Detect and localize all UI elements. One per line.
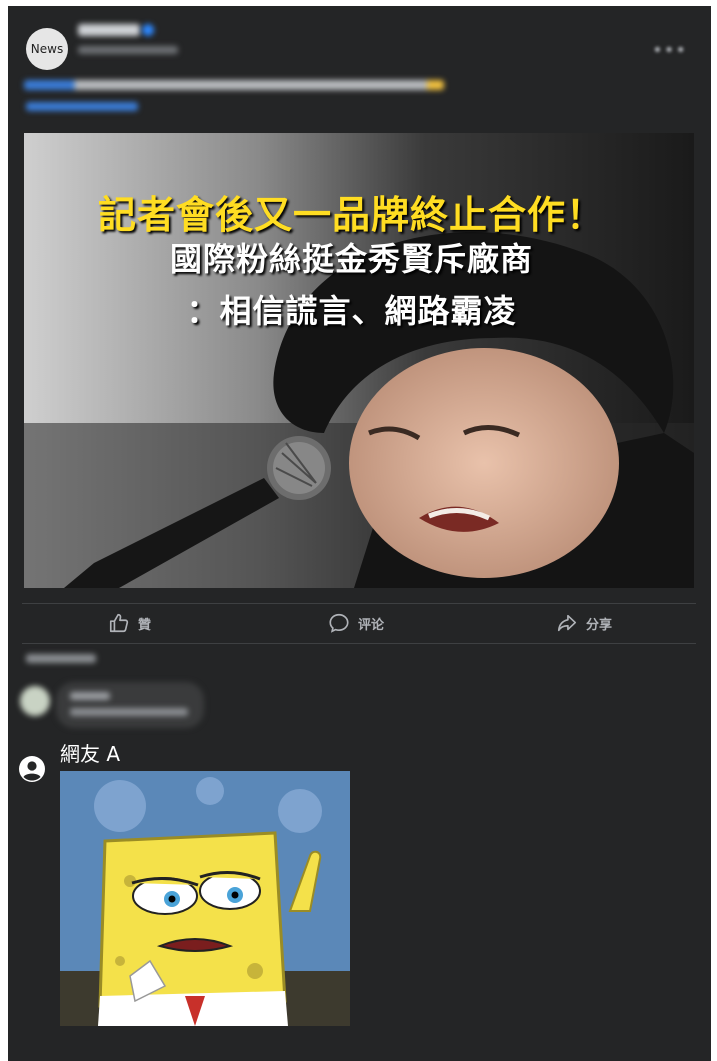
image-headline-line1: 記者會後又一品牌終止合作！ [97,193,605,237]
share-button[interactable]: 分享 [556,612,612,634]
image-headline-line2: 國際粉絲挺金秀賢斥廠商 [169,240,533,278]
like-label: 贊 [138,617,152,633]
share-arrow-icon [557,614,577,632]
verified-icon [142,24,154,36]
page-name-blurred[interactable] [78,24,140,36]
avatar-text: News [30,42,64,56]
spongebob-meme [60,771,350,1026]
comment-button[interactable]: 评论 [328,612,384,634]
comment-author-blurred[interactable] [70,692,110,700]
more-options-icon[interactable]: ••• [652,40,687,61]
share-label: 分享 [586,617,613,633]
comment-text-blurred [70,708,188,716]
caption-blurred-line2[interactable] [26,102,138,111]
comment-label: 评论 [358,617,385,633]
default-user-icon[interactable] [19,756,45,782]
comment-bubble-blurred [56,682,204,728]
post-time-blurred[interactable] [78,46,178,54]
comment-bubble-icon [329,613,349,633]
reply-meme-image[interactable] [60,771,350,1026]
comment-sort-blurred[interactable] [26,654,96,663]
actions-bottom-divider [22,643,696,644]
caption-blurred-line1 [24,80,444,90]
like-button[interactable]: 贊 [108,612,151,634]
page-avatar[interactable]: News [26,28,68,70]
thumbs-up-icon [109,613,129,633]
actions-top-divider [22,603,696,604]
reply-username[interactable]: 網友 A [60,738,120,767]
commenter-avatar-blurred[interactable] [20,686,50,716]
post-card: News ••• 記者會後又一品牌終止合作！ 國際粉絲挺金秀賢斥廠商 ：相信謊言… [8,6,711,1061]
image-headline-line3: ：相信謊言、網路霸凌 [186,292,517,330]
